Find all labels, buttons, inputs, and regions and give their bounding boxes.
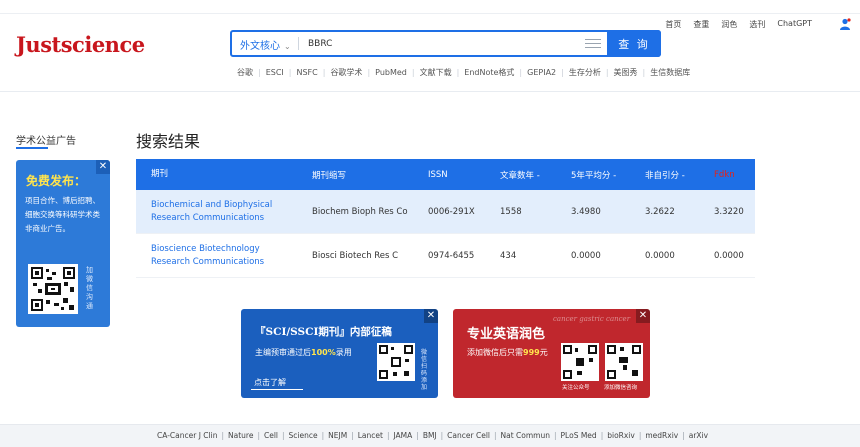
col-5yr-avg-sort[interactable]: 5年平均分 - (571, 169, 616, 181)
sidebar-ad-card[interactable]: ✕ 免费发布： 项目合作、博后招聘、细胞交换等科研学术类非商业广告。 加微信沟通 (16, 160, 110, 327)
footer-link[interactable]: PLoS Med (557, 431, 601, 440)
divider (298, 37, 299, 50)
qr-code-icon (377, 343, 415, 381)
sidebar-title-underline (16, 147, 48, 149)
footer-link[interactable]: JAMA (389, 431, 416, 440)
search-scope-label: 外文核心 (240, 41, 280, 52)
banner-decoration-text: cancer gastric cancer (553, 315, 631, 323)
nonself-score: 3.2622 (645, 206, 675, 217)
banner-qr2-caption: 添加微信咨询 (604, 385, 638, 391)
chevron-down-icon: ⌄ (284, 42, 291, 51)
banner-title: 专业英语润色 (467, 327, 546, 342)
col-abbr: 期刊缩写 (312, 170, 347, 181)
col-journal: 期刊 (151, 169, 169, 179)
keyboard-icon[interactable] (585, 36, 601, 50)
quick-link[interactable]: NSFC (291, 68, 322, 77)
close-icon[interactable]: ✕ (636, 309, 650, 323)
results-title: 搜索结果 (136, 132, 201, 151)
quick-link[interactable]: 谷歌学术 (325, 67, 367, 78)
search-bar: 外文核心 ⌄ 查 询 (230, 30, 661, 57)
quick-link[interactable]: 文献下载 (415, 67, 457, 78)
banner-qr1-caption: 关注公众号 (562, 385, 590, 391)
banner-sci-submission[interactable]: ✕ 『SCI/SSCI期刊』内部征稿 主编预审通过后100%录用 点击了解 微信… (241, 309, 438, 398)
footer-link[interactable]: medRxiv (641, 431, 682, 440)
quick-link[interactable]: 美图秀 (609, 67, 643, 78)
banner-subtitle: 主编预审通过后100%录用 (255, 348, 352, 357)
footer-link[interactable]: Nature (224, 431, 257, 440)
search-button[interactable]: 查 询 (607, 30, 661, 57)
sidebar-title: 学术公益广告 (16, 136, 76, 147)
footer-link[interactable]: Cancer Cell (443, 431, 494, 440)
article-count: 1558 (500, 206, 522, 217)
table-header: 期刊 期刊缩写 ISSN 文章数年 - 5年平均分 - 非自引分 - Fdkn (136, 159, 755, 190)
journal-abbr: Biosci Biotech Res C (312, 250, 399, 261)
top-nav: 首页 查重 润色 选刊 ChatGPT (665, 19, 812, 30)
col-nonself-sort[interactable]: 非自引分 - (645, 169, 685, 181)
top-nav-item[interactable]: 查重 (693, 19, 709, 30)
footer-link[interactable]: Lancet (354, 431, 387, 440)
banner-title: 『SCI/SSCI期刊』内部征稿 (255, 326, 392, 338)
quick-link[interactable]: 谷歌 (232, 67, 258, 78)
top-nav-item[interactable]: 润色 (721, 19, 737, 30)
journal-issn: 0006-291X (428, 206, 475, 217)
qr-code-icon (605, 343, 643, 381)
top-nav-item[interactable]: 首页 (665, 19, 681, 30)
quick-link[interactable]: 生存分析 (564, 67, 606, 78)
results-table: 期刊 期刊缩写 ISSN 文章数年 - 5年平均分 - 非自引分 - Fdkn … (136, 159, 755, 278)
footer-link[interactable]: BMJ (419, 431, 441, 440)
top-strip (0, 0, 860, 14)
sidebar-ad-qr-caption: 加微信沟通 (86, 266, 93, 310)
quick-link[interactable]: ESCI (261, 68, 289, 77)
impact-factor: 0.0000 (714, 250, 744, 261)
footer-link[interactable]: Science (285, 431, 322, 440)
qr-code-icon (28, 264, 78, 314)
top-nav-item[interactable]: ChatGPT (777, 19, 812, 30)
qr-code-icon (561, 343, 599, 381)
quick-link[interactable]: 生信数据库 (645, 67, 695, 78)
footer-link[interactable]: NEJM (324, 431, 351, 440)
journal-link[interactable]: Bioscience Biotechnology Research Commun… (151, 243, 301, 269)
journal-issn: 0974-6455 (428, 250, 475, 261)
footer-link[interactable]: arXiv (685, 431, 712, 440)
journal-abbr: Biochem Bioph Res Co (312, 206, 408, 217)
search-input[interactable] (308, 35, 578, 52)
table-row: Biochemical and Biophysical Research Com… (136, 190, 755, 234)
quick-link[interactable]: PubMed (370, 68, 412, 77)
banner-qr-caption: 微信扫码添加 (421, 349, 428, 391)
impact-factor: 3.3220 (714, 206, 744, 217)
sidebar-ad-body: 项目合作、博后招聘、细胞交换等科研学术类非商业广告。 (25, 196, 100, 233)
site-header: Justscience 外文核心 ⌄ 查 询 谷歌|ESCI|NSFC|谷歌学术|… (0, 14, 860, 92)
col-article-count-sort[interactable]: 文章数年 - (500, 169, 540, 181)
close-icon[interactable]: ✕ (96, 160, 110, 174)
footer-link[interactable]: Nat Commun (497, 431, 554, 440)
journal-link[interactable]: Biochemical and Biophysical Research Com… (151, 199, 301, 225)
footer-link[interactable]: bioRxiv (603, 431, 639, 440)
sidebar-ad-headline: 免费发布： (26, 174, 87, 188)
close-icon[interactable]: ✕ (424, 309, 438, 323)
footer-links: CA-Cancer J Clin | Nature | Cell | Science | NEJ… (153, 431, 712, 440)
site-logo[interactable]: Justscience (16, 32, 145, 57)
banner-subtitle: 添加微信后只需999元 (467, 348, 548, 357)
top-nav-item[interactable]: 选刊 (749, 19, 765, 30)
col-impact-factor[interactable]: Fdkn (714, 170, 735, 180)
footer: CA-Cancer J Clin | Nature | Cell | Science | NEJ… (0, 424, 860, 447)
nonself-score: 0.0000 (645, 250, 675, 261)
banner-english-editing[interactable]: cancer gastric cancer ✕ 专业英语润色 添加微信后只需99… (453, 309, 650, 398)
avg-5yr: 0.0000 (571, 250, 601, 261)
footer-link[interactable]: Cell (260, 431, 282, 440)
avg-5yr: 3.4980 (571, 206, 601, 217)
footer-link[interactable]: CA-Cancer J Clin (153, 431, 221, 440)
table-row: Bioscience Biotechnology Research Commun… (136, 234, 755, 278)
quick-link[interactable]: GEPIA2 (522, 68, 561, 77)
quick-links: 谷歌 | ESCI | NSFC | 谷歌学术 | PubMed | 文献下载 | EndNote格式 |… (232, 67, 695, 78)
col-issn: ISSN (428, 169, 448, 180)
search-scope-select[interactable]: 外文核心 ⌄ (240, 37, 291, 52)
learn-more-button[interactable]: 点击了解 (251, 375, 303, 390)
user-icon[interactable] (839, 18, 851, 30)
article-count: 434 (500, 250, 517, 261)
quick-link[interactable]: EndNote格式 (459, 67, 519, 78)
